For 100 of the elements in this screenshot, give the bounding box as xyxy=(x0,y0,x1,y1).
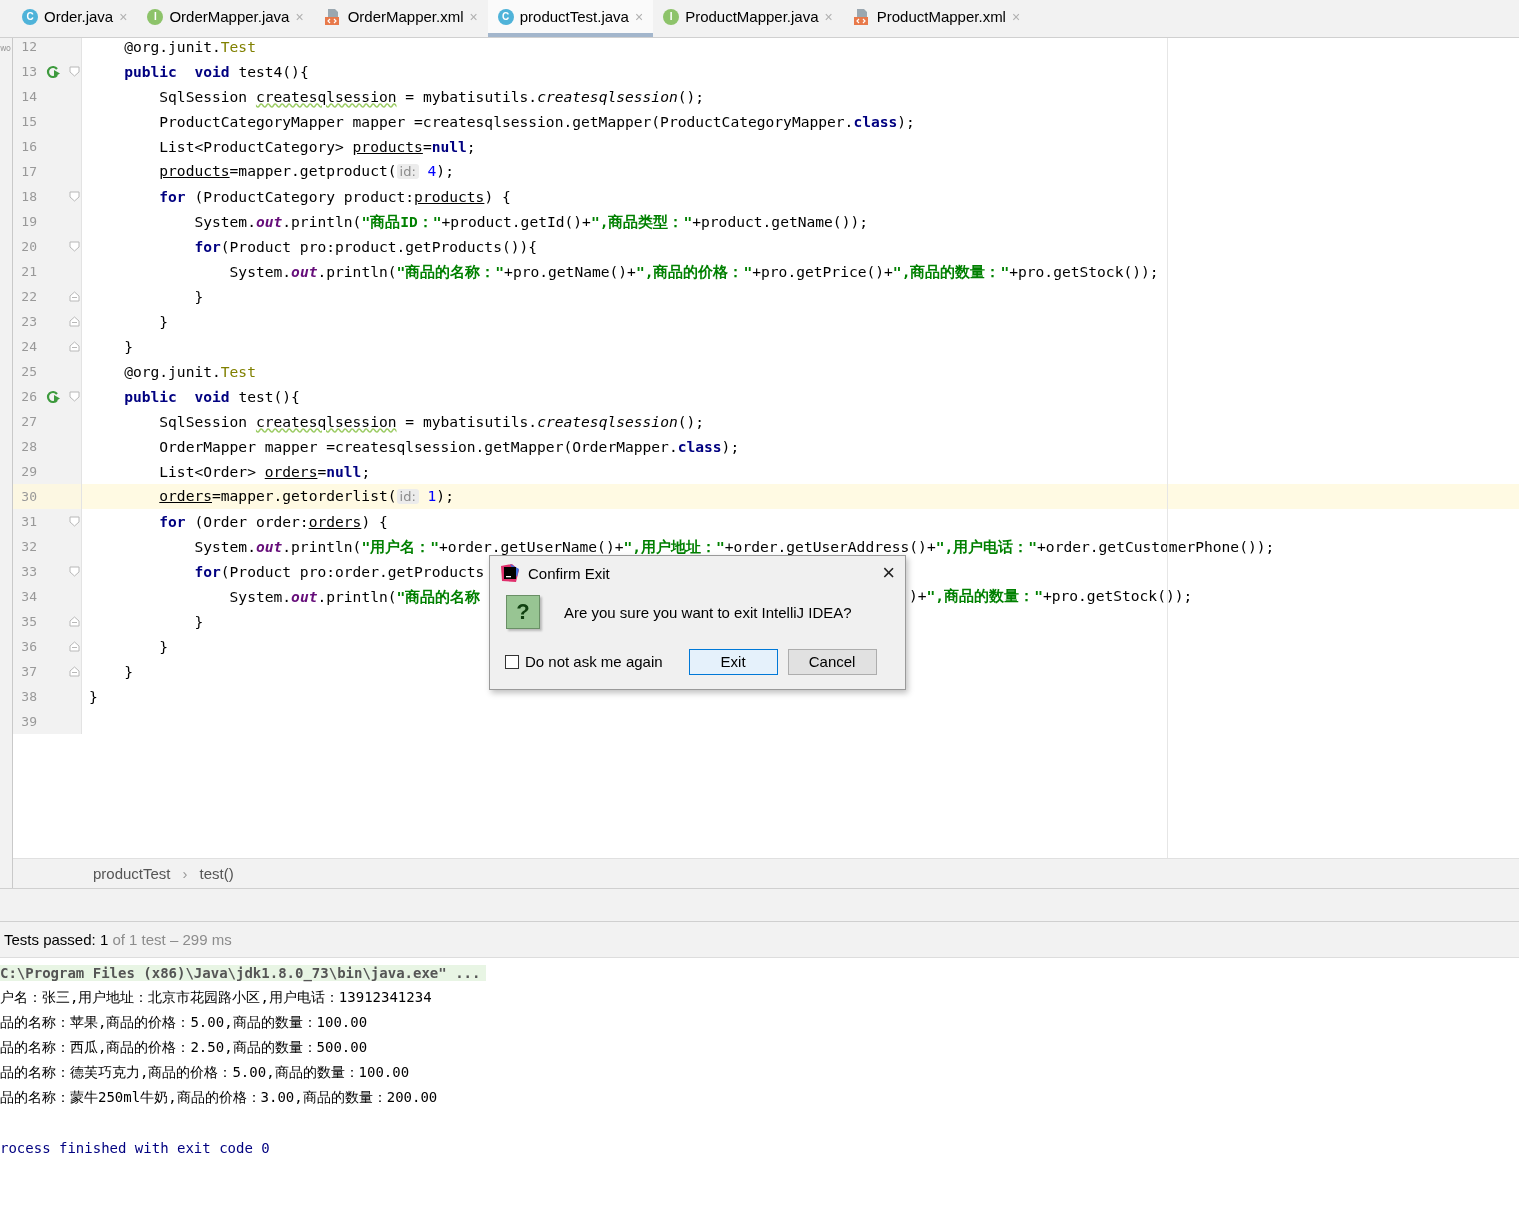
code-line: orders=mapper.getorderlist( id: 1); xyxy=(159,486,454,506)
console-line: 品的名称：蒙牛250ml牛奶,商品的价格：3.00,商品的数量：200.00 xyxy=(0,1088,438,1107)
line-number: 17 xyxy=(20,164,37,179)
line-number: 18 xyxy=(20,189,37,204)
question-icon: ? xyxy=(506,595,540,629)
fold-icon[interactable] xyxy=(69,516,80,527)
line-number: 30 xyxy=(20,489,37,504)
console-line: 户名：张三,用户地址：北京市花园路小区,用户电话：13912341234 xyxy=(0,988,432,1007)
checkbox-label: Do not ask me again xyxy=(525,653,663,670)
fold-icon[interactable] xyxy=(69,641,80,652)
code-line: } xyxy=(124,661,133,682)
editor-tab[interactable]: OrderMapper.xml × xyxy=(313,0,488,37)
xml-file-icon xyxy=(852,7,871,26)
line-number: 38 xyxy=(20,689,37,704)
line-number: 31 xyxy=(20,514,37,529)
fold-icon[interactable] xyxy=(69,391,80,402)
fold-icon[interactable] xyxy=(69,341,80,352)
code-line: @org.junit.Test xyxy=(124,38,256,57)
app-logo-icon xyxy=(500,563,520,583)
file-type-icon: I xyxy=(663,8,680,25)
run-icon[interactable] xyxy=(45,388,61,405)
dialog-title: Confirm Exit xyxy=(528,564,611,582)
fold-icon[interactable] xyxy=(69,191,80,202)
line-number: 26 xyxy=(20,389,37,404)
code-line: System.out.println("商品的名称 xyxy=(229,586,481,607)
file-type-icon: I xyxy=(147,8,164,25)
code-line: SqlSession createsqlsession = mybatisutils.createsqlsession(); xyxy=(159,86,705,107)
console-line: 品的名称：德芙巧克力,商品的价格：5.00,商品的数量：100.00 xyxy=(0,1063,410,1082)
code-line: } xyxy=(159,636,169,657)
file-type-icon: C xyxy=(22,8,38,25)
breadcrumb-item[interactable]: test() xyxy=(199,865,234,882)
dialog-message: Are you sure you want to exit IntelliJ IDEA? xyxy=(564,603,852,621)
line-number: 27 xyxy=(20,414,37,429)
code-line: List<Order> orders=null; xyxy=(159,461,371,482)
code-line: for (Order order:orders) { xyxy=(159,511,388,532)
line-number: 24 xyxy=(20,339,37,354)
code-line: ProductCategoryMapper mapper =createsqlsession.getMapper(ProductCategoryMapper.class); xyxy=(159,111,915,132)
line-number: 28 xyxy=(20,439,37,454)
code-line: SqlSession createsqlsession = mybatisutils.createsqlsession(); xyxy=(159,411,705,432)
line-number: 14 xyxy=(20,89,37,104)
code-line: products=mapper.getproduct( id: 4); xyxy=(159,161,454,181)
line-number: 23 xyxy=(20,314,37,329)
line-number: 21 xyxy=(20,264,37,279)
fold-icon[interactable] xyxy=(69,316,80,327)
fold-icon[interactable] xyxy=(69,666,80,677)
code-line: public void test(){ xyxy=(124,386,300,407)
line-number: 13 xyxy=(20,64,37,79)
code-line: } xyxy=(194,286,204,307)
line-number: 25 xyxy=(20,364,37,379)
line-number: 39 xyxy=(20,714,37,729)
code-line: } xyxy=(124,336,133,357)
code-line: } xyxy=(194,611,204,632)
code-line: System.out.println("商品的名称："+pro.getName()+",商品的价格："+pro.getPrice()+",商品的数量："+pro.getStock()); xyxy=(229,261,1159,282)
cancel-button[interactable]: Cancel xyxy=(787,648,877,675)
line-number: 37 xyxy=(20,664,37,679)
console-line: 品的名称：苹果,商品的价格：5.00,商品的数量：100.00 xyxy=(0,1013,368,1032)
line-number: 22 xyxy=(20,289,37,304)
fold-icon[interactable] xyxy=(69,566,80,577)
line-number: 12 xyxy=(20,39,37,54)
code-line: public void test4(){ xyxy=(124,61,309,82)
editor-tab[interactable]: C Order.java × xyxy=(12,0,138,37)
test-status: Tests passed: 1 of 1 test – 299 ms xyxy=(4,931,232,948)
panel-label: wo xyxy=(0,44,12,53)
xml-file-icon xyxy=(323,7,342,26)
code-line: } xyxy=(89,686,98,707)
code-line: for (ProductCategory product:products) { xyxy=(159,186,511,207)
line-number: 33 xyxy=(20,564,37,579)
line-number: 29 xyxy=(20,464,37,479)
code-line: for(Product pro:product.getProducts()){ xyxy=(194,236,538,257)
fold-icon[interactable] xyxy=(69,616,80,627)
code-line: for(Product pro:order.getProducts xyxy=(194,561,485,582)
editor-tab[interactable]: I OrderMapper.java × xyxy=(137,0,314,37)
exit-button[interactable]: Exit xyxy=(688,648,778,675)
line-number: 19 xyxy=(20,214,37,229)
console-line: 品的名称：西瓜,商品的价格：2.50,商品的数量：500.00 xyxy=(0,1038,368,1057)
line-number: 15 xyxy=(20,114,37,129)
file-type-icon: C xyxy=(497,8,514,25)
run-icon[interactable] xyxy=(45,63,61,80)
line-number: 20 xyxy=(20,239,37,254)
code-line: System.out.println("商品ID："+product.getId()+",商品类型："+product.getName()); xyxy=(194,211,868,232)
close-icon[interactable]: × xyxy=(882,560,895,586)
breadcrumb-item[interactable]: productTest xyxy=(93,865,171,882)
fold-icon[interactable] xyxy=(69,291,80,302)
editor-tab[interactable]: I ProductMapper.java × xyxy=(653,0,843,37)
console-line: rocess finished with exit code 0 xyxy=(0,1139,270,1156)
code-line: } xyxy=(159,311,169,332)
editor-tab[interactable]: C productTest.java × xyxy=(487,0,654,37)
line-number: 32 xyxy=(20,539,37,554)
fold-icon[interactable] xyxy=(69,66,80,77)
line-number: 35 xyxy=(20,614,37,629)
fold-icon[interactable] xyxy=(69,241,80,252)
editor-tab[interactable]: ProductMapper.xml × xyxy=(842,0,1031,37)
breadcrumb-separator: › xyxy=(182,865,188,882)
line-number: 16 xyxy=(20,139,37,154)
checkbox[interactable] xyxy=(505,654,519,669)
code-line: System.out.println("用户名："+order.getUserName()+",用户地址："+order.getUserAddress()+",用户电话："+order.getCustomerPhone()); xyxy=(194,536,1275,557)
line-number: 36 xyxy=(20,639,37,654)
code-line: )+",商品的数量："+pro.getStock()); xyxy=(909,586,1193,606)
code-line: List<ProductCategory> products=null; xyxy=(159,136,476,157)
code-line: OrderMapper mapper =createsqlsession.getMapper(OrderMapper.class); xyxy=(159,436,740,457)
